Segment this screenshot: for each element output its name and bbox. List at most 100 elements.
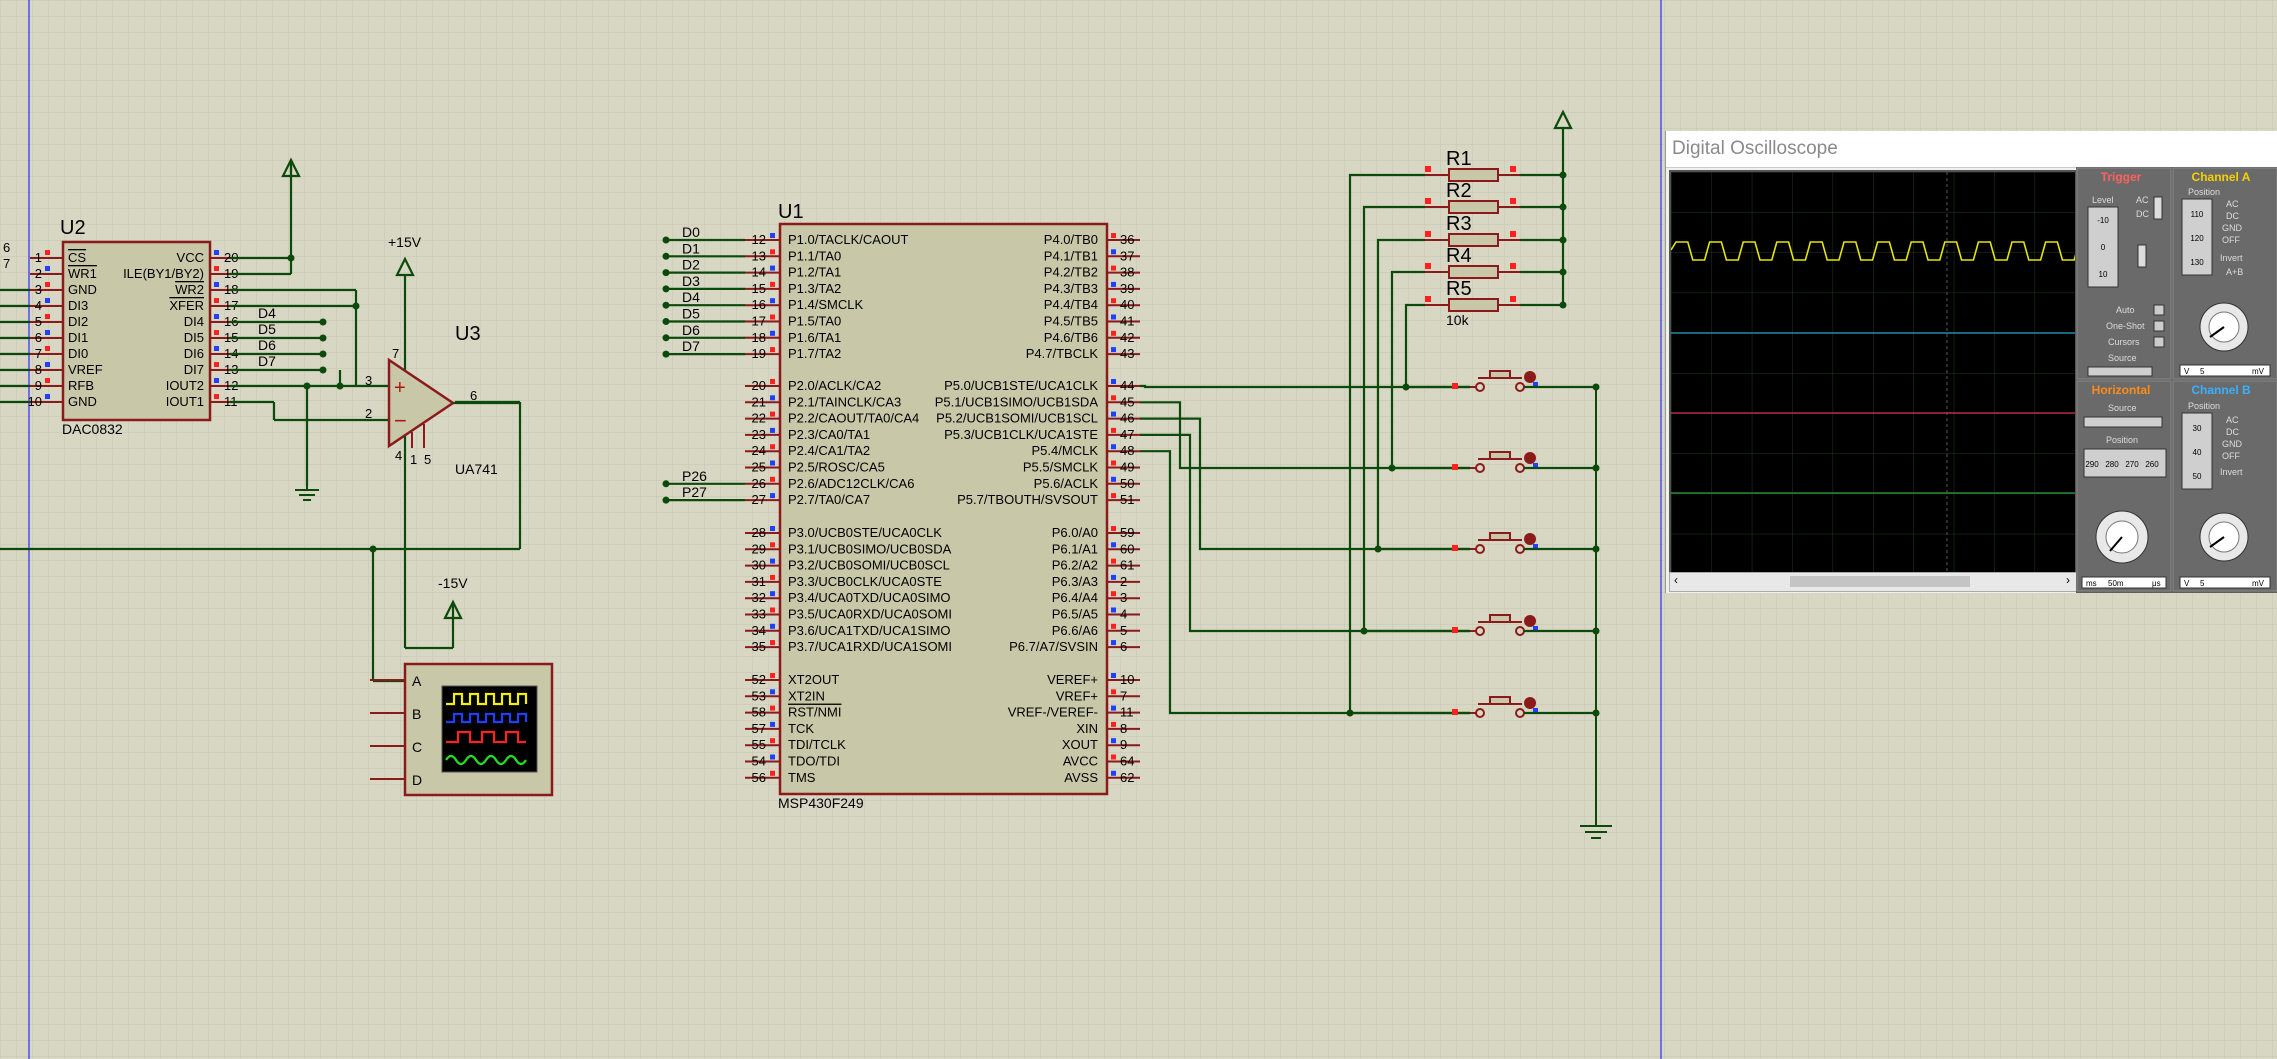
pushbutton-actuator[interactable] (1524, 533, 1536, 545)
svg-text:-15V: -15V (438, 575, 468, 591)
pin-name: P5.0/UCB1STE/UCA1CLK (944, 378, 1098, 393)
pin-name: DI0 (68, 346, 88, 361)
pin-name: WR1 (68, 266, 97, 281)
trigger-source-slider[interactable] (2087, 366, 2153, 377)
pin-marker (1111, 738, 1116, 744)
resistor[interactable] (1448, 200, 1499, 214)
pin-name: P3.7/UCA1RXD/UCA1SOMI (788, 639, 952, 654)
svg-text:Invert: Invert (2220, 467, 2243, 477)
pin-number: 64 (1120, 754, 1134, 769)
pin-number: 38 (1120, 265, 1134, 280)
pin-marker (1111, 411, 1116, 417)
pin-marker (214, 362, 219, 367)
pin-marker (1111, 233, 1116, 238)
schematic-canvas[interactable]: U2 DAC0832 1 CS 2 WR1 3 GND 4 DI3 5 DI2 6 DI1 7 DI0 8 V… (0, 0, 2277, 1059)
scroll-thumb[interactable] (1790, 576, 1970, 587)
pin-name: P2.3/CA0/TA1 (788, 427, 870, 442)
svg-text:V: V (2184, 367, 2190, 376)
net-label: D0 (682, 224, 700, 240)
pin-marker (45, 282, 50, 287)
horizontal-source-slider[interactable] (2083, 416, 2163, 428)
oscilloscope-titlebar[interactable]: Digital Oscilloscope (1666, 131, 2277, 168)
resistor[interactable] (1448, 265, 1499, 279)
svg-text:C: C (412, 739, 422, 755)
pushbutton-actuator[interactable] (1524, 371, 1536, 383)
net-label: D6 (258, 337, 276, 353)
pin-marker (45, 346, 50, 351)
pin-marker (1111, 673, 1116, 678)
pin-number: 47 (1120, 427, 1134, 442)
pin-name: XOUT (1062, 737, 1098, 752)
pin-marker (1111, 526, 1116, 531)
pin-number: 17 (752, 314, 766, 329)
pin-name: XFER (169, 298, 204, 313)
svg-text:Channel B: Channel B (2191, 383, 2251, 397)
pin-number: 29 (752, 541, 766, 556)
trigger-edge-switch[interactable] (2137, 244, 2147, 268)
svg-text:OFF: OFF (2222, 235, 2240, 245)
pin-number: 16 (752, 297, 766, 312)
net-label: D2 (682, 257, 700, 273)
u1-msp430[interactable]: U1 MSP430F249 12 P1.0/TACLK/CAOUT 13 P1.1/T… (745, 201, 1140, 811)
svg-text:Horizontal: Horizontal (2092, 383, 2151, 397)
pin-marker (214, 298, 219, 303)
pin-marker (1111, 558, 1116, 564)
oscilloscope-window[interactable]: Digital Oscilloscope ‹ › Trigger Level -… (1665, 131, 2277, 593)
svg-text:mV: mV (2252, 367, 2265, 376)
pin-name: P4.1/TB1 (1044, 248, 1098, 263)
scroll-right-icon[interactable]: › (2066, 573, 2070, 587)
pushbutton-actuator[interactable] (1524, 452, 1536, 464)
pin-name: P5.3/UCB1CLK/UCA1STE (944, 427, 1098, 442)
plus-sign: + (394, 377, 406, 399)
pin-marker (770, 770, 775, 776)
resistor[interactable] (1448, 298, 1499, 312)
pin-name: P5.1/UCB1SIMO/UCB1SDA (935, 394, 1099, 409)
pin-marker (45, 330, 50, 335)
pin-number: 5 (1120, 623, 1127, 638)
pin-name: P1.5/TA0 (788, 314, 841, 329)
auto-button[interactable] (2153, 304, 2165, 316)
pin-name: P4.7/TBCLK (1026, 346, 1099, 361)
svg-text:AC: AC (2136, 195, 2149, 205)
pin-number: 59 (1120, 525, 1134, 540)
pin-number: 2 (35, 266, 42, 281)
pin-name: P3.4/UCA0TXD/UCA0SIMO (788, 590, 951, 605)
pin-number: 44 (1120, 378, 1134, 393)
trigger-coupling-switch[interactable] (2153, 196, 2163, 220)
pin-number: 41 (1120, 314, 1134, 329)
u3-part: UA741 (455, 461, 498, 477)
pin-marker (770, 395, 775, 401)
svg-text:110: 110 (2191, 210, 2204, 219)
horizontal-panel: Horizontal Source Position 290 280 270 2… (2076, 380, 2172, 592)
pushbutton[interactable] (1489, 451, 1511, 460)
cursors-button[interactable] (2153, 336, 2165, 348)
pin-marker (770, 249, 775, 255)
one-shot-button[interactable] (2153, 320, 2165, 332)
pin-number: 48 (1120, 443, 1134, 458)
svg-text:270: 270 (2125, 460, 2139, 469)
pin-name: P1.4/SMCLK (788, 297, 863, 312)
horizontal-scrollbar[interactable]: ‹ › (1669, 572, 2077, 592)
pushbutton-actuator[interactable] (1524, 697, 1536, 709)
pin-number: 43 (1120, 346, 1134, 361)
pushbutton[interactable] (1489, 614, 1511, 623)
pin-name: ILE(BY1/BY2) (123, 266, 204, 281)
pin-marker (1111, 330, 1116, 336)
pin-name: IOUT2 (166, 378, 204, 393)
pin-marker (770, 460, 775, 466)
pin-name: VEREF+ (1047, 672, 1098, 687)
svg-text:50: 50 (2193, 472, 2202, 481)
pushbutton[interactable] (1489, 696, 1511, 705)
net-terminal (662, 269, 670, 277)
pushbutton[interactable] (1489, 370, 1511, 379)
pin-name: XT2OUT (788, 672, 839, 687)
pin-name: GND (68, 282, 97, 297)
u2-dac0832[interactable]: U2 DAC0832 1 CS 2 WR1 3 GND 4 DI3 5 DI2 6 DI1 7 DI0 8 V… (3, 217, 238, 437)
pushbutton-actuator[interactable] (1524, 615, 1536, 627)
pin-number: 6 (470, 388, 477, 403)
pin-name: P3.6/UCA1TXD/UCA1SIMO (788, 623, 951, 638)
pushbutton[interactable] (1489, 532, 1511, 541)
pin-name: VREF+ (1056, 688, 1098, 703)
scroll-left-icon[interactable]: ‹ (1674, 573, 1678, 587)
pin-name: DI4 (184, 314, 204, 329)
